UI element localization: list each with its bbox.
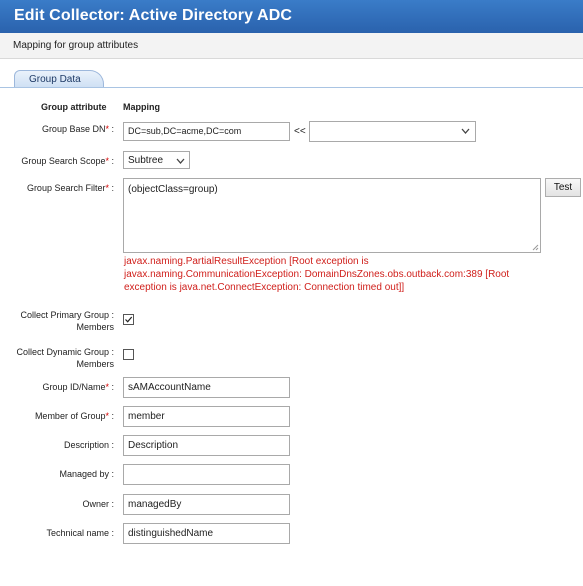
test-button[interactable]: Test [545, 178, 581, 197]
group-id-input[interactable]: sAMAccountName [123, 377, 290, 398]
transfer-arrows[interactable]: << [294, 126, 306, 137]
collect-primary-label: Collect Primary Group : Members [20, 310, 114, 332]
subheader-text: Mapping for group attributes [13, 40, 139, 51]
search-filter-textarea[interactable]: (objectClass=group) [123, 178, 541, 253]
managed-by-label: Managed by : [59, 469, 114, 479]
group-id-label: Group ID/Name* : [42, 382, 114, 392]
base-dn-input[interactable]: DC=sub,DC=acme,DC=com [123, 122, 290, 141]
chevron-down-icon [461, 128, 470, 134]
base-dn-label: Group Base DN* : [41, 124, 114, 134]
description-label: Description : [63, 440, 114, 450]
resize-grip-icon[interactable] [531, 243, 539, 251]
chevron-down-icon [176, 158, 185, 164]
search-filter-label: Group Search Filter* : [26, 183, 114, 193]
base-dn-dropdown[interactable] [309, 121, 476, 142]
member-of-label: Member of Group* : [34, 411, 114, 421]
owner-label: Owner : [82, 499, 114, 509]
description-input[interactable]: Description [123, 435, 290, 456]
error-message: javax.naming.PartialResultException [Roo… [124, 256, 510, 293]
column-header-mapping: Mapping [123, 102, 160, 112]
collect-dynamic-label: Collect Dynamic Group : Members [16, 347, 114, 369]
search-scope-select[interactable]: Subtree [123, 151, 190, 169]
tab-label: Group Data [29, 74, 81, 85]
collect-dynamic-checkbox[interactable] [123, 349, 134, 360]
subheader: Mapping for group attributes [0, 33, 583, 59]
tab-strip: Group Data [0, 70, 583, 88]
tab-group-data[interactable]: Group Data [14, 70, 104, 87]
collect-primary-checkbox[interactable] [123, 314, 134, 325]
owner-input[interactable]: managedBy [123, 494, 290, 515]
member-of-input[interactable]: member [123, 406, 290, 427]
technical-name-input[interactable]: distinguishedName [123, 523, 290, 544]
managed-by-input[interactable] [123, 464, 290, 485]
technical-name-label: Technical name : [46, 528, 114, 538]
column-header-attribute: Group attribute [41, 102, 107, 112]
window-title: Edit Collector: Active Directory ADC [14, 7, 293, 24]
checkmark-icon [125, 316, 133, 323]
title-bar: Edit Collector: Active Directory ADC [0, 0, 583, 33]
search-scope-label: Group Search Scope* : [21, 156, 114, 166]
